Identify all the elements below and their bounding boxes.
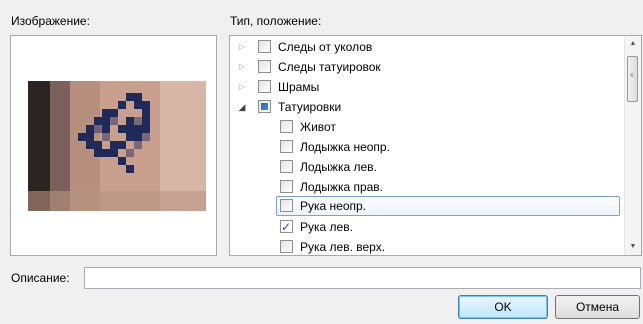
tree-item-label: Рука лев. верх. [300,240,386,254]
cancel-button[interactable]: Отмена [555,295,640,319]
image-panel [10,35,217,256]
triangle-down-icon[interactable]: ◢ [237,97,247,117]
tree-item-label: Следы от уколов [278,40,373,54]
tree-item[interactable]: Рука лев. верх. [230,237,620,255]
checkbox[interactable] [280,217,293,237]
triangle-right-icon[interactable]: ▷ [237,57,247,77]
description-input[interactable] [84,267,641,289]
type-position-label: Тип, положение: [230,14,322,28]
image-label: Изображение: [11,14,90,28]
tree-item-label: Лодыжка лев. [300,160,377,174]
tattoo-photo [28,81,206,211]
scroll-up-arrow-icon[interactable]: ▲ [625,36,641,52]
tree-item[interactable]: ▷ Шрамы [230,77,620,97]
tree-item[interactable]: Лодыжка лев. [230,157,620,177]
checkbox[interactable] [258,80,271,93]
tree-item-label: Живот [300,120,336,134]
tree-item[interactable]: ▷ Следы татуировок [230,57,620,77]
type-tree[interactable]: ▷ Следы от уколов ▷ Следы татуировок ▷ Ш… [229,35,642,256]
scroll-thumb[interactable]: ≡ [627,56,638,102]
tree-item-label: Лодыжка неопр. [300,140,390,154]
checkbox[interactable] [280,140,293,153]
tree-item[interactable]: Живот [230,117,620,137]
triangle-right-icon[interactable]: ▷ [237,77,247,97]
grip-icon: ≡ [630,73,634,79]
tree-item-label: Шрамы [278,80,320,94]
tree-item-focused[interactable]: Рука неопр. [276,196,620,216]
triangle-right-icon[interactable]: ▷ [237,37,247,57]
tree-item-label: Рука лев. [300,220,353,234]
checkbox[interactable] [280,180,293,193]
vertical-scrollbar[interactable]: ▲ ≡ ▼ [624,36,641,255]
tree-item-label: Лодыжка прав. [300,180,384,194]
tree-item[interactable]: Лодыжка неопр. [230,137,620,157]
scroll-down-arrow-icon[interactable]: ▼ [625,239,641,255]
ok-button[interactable]: OK [458,295,548,319]
description-label: Описание: [11,271,70,285]
checkbox[interactable] [258,100,271,113]
checkbox[interactable] [258,40,271,53]
tree-item-label: Рука неопр. [300,199,367,213]
checkbox[interactable] [280,120,293,133]
tree-item[interactable]: ▷ Следы от уколов [230,37,620,57]
tree-item-label: Татуировки [278,100,342,114]
checkbox[interactable] [280,160,293,173]
checkbox[interactable] [280,240,293,253]
tree-item[interactable]: Лодыжка прав. [230,177,620,197]
tree-item-label: Следы татуировок [278,60,381,74]
checkbox[interactable] [258,60,271,73]
tree-item[interactable]: Рука лев. [230,217,620,237]
checkbox[interactable] [280,199,293,212]
tree-item[interactable]: ◢ Татуировки [230,97,620,117]
